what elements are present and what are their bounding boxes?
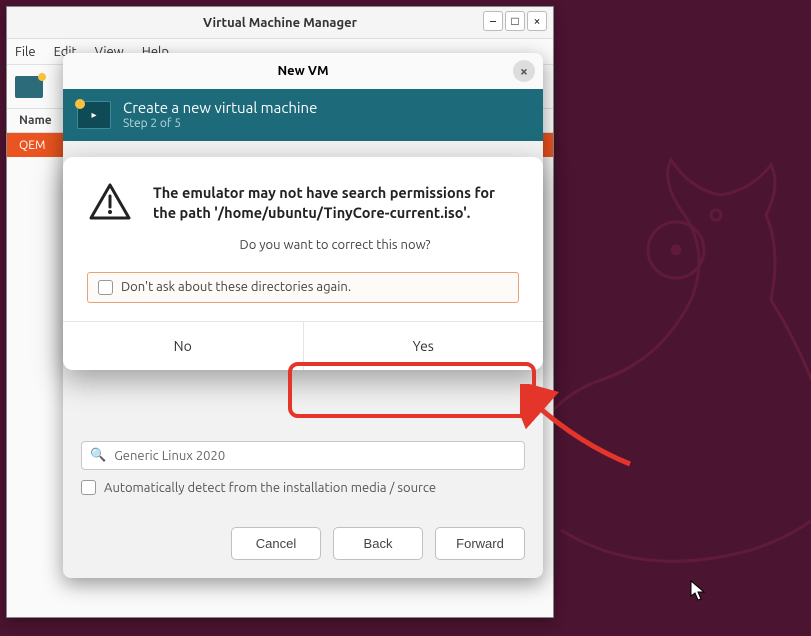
permission-alert-dialog: The emulator may not have search permiss… xyxy=(63,157,543,370)
no-button[interactable]: No xyxy=(63,322,304,370)
autodetect-checkbox-row[interactable]: Automatically detect from the installati… xyxy=(81,480,525,495)
dont-ask-label: Don't ask about these directories again. xyxy=(121,280,351,294)
wizard-title: Create a new virtual machine xyxy=(123,99,317,117)
dont-ask-checkbox[interactable] xyxy=(98,280,113,295)
titlebar: Virtual Machine Manager – □ × xyxy=(7,7,553,39)
window-title: Virtual Machine Manager xyxy=(203,16,357,30)
dont-ask-checkbox-row[interactable]: Don't ask about these directories again. xyxy=(87,272,519,303)
new-vm-icon[interactable] xyxy=(15,76,43,98)
forward-button[interactable]: Forward xyxy=(435,527,525,560)
maximize-button[interactable]: □ xyxy=(505,11,525,31)
autodetect-checkbox[interactable] xyxy=(81,480,96,495)
minimize-button[interactable]: – xyxy=(483,11,503,31)
back-button[interactable]: Back xyxy=(333,527,423,560)
search-icon: 🔍 xyxy=(90,448,106,463)
alert-heading: The emulator may not have search permiss… xyxy=(153,183,517,224)
mouse-cursor-icon xyxy=(690,580,708,602)
monitor-icon xyxy=(77,101,111,129)
os-value: Generic Linux 2020 xyxy=(114,449,225,463)
wizard-header: Create a new virtual machine Step 2 of 5 xyxy=(63,89,543,141)
wizard-step: Step 2 of 5 xyxy=(123,117,317,131)
yes-button[interactable]: Yes xyxy=(304,322,544,370)
dialog-close-button[interactable]: × xyxy=(513,60,535,82)
close-button[interactable]: × xyxy=(527,11,547,31)
warning-icon xyxy=(89,183,131,225)
dialog-titlebar: New VM × xyxy=(63,53,543,89)
alert-question: Do you want to correct this now? xyxy=(153,238,517,252)
menu-file[interactable]: File xyxy=(15,45,36,59)
cancel-button[interactable]: Cancel xyxy=(231,527,321,560)
os-selector[interactable]: 🔍 Generic Linux 2020 xyxy=(81,441,525,470)
dialog-title: New VM xyxy=(277,64,328,78)
autodetect-label: Automatically detect from the installati… xyxy=(104,481,436,495)
